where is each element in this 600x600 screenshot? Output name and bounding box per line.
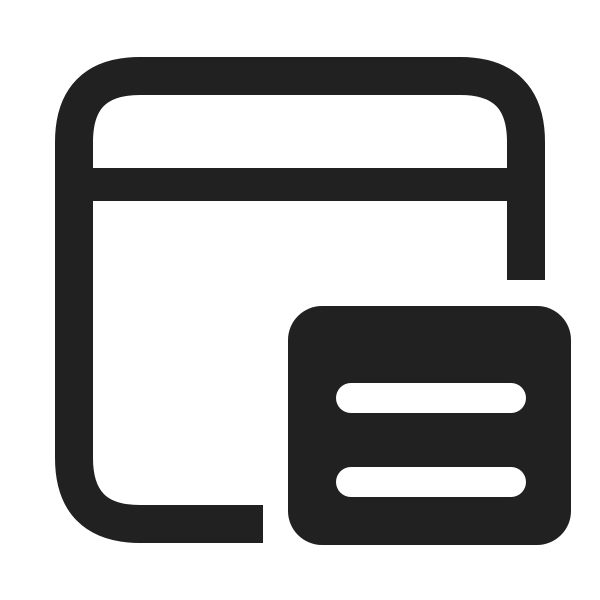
window-with-list-badge-icon [55,57,588,564]
list-line-bottom [336,467,526,497]
list-line-top [336,383,526,413]
title-bar-divider [74,168,526,201]
icon-canvas [0,0,600,600]
list-badge-icon [288,306,571,545]
